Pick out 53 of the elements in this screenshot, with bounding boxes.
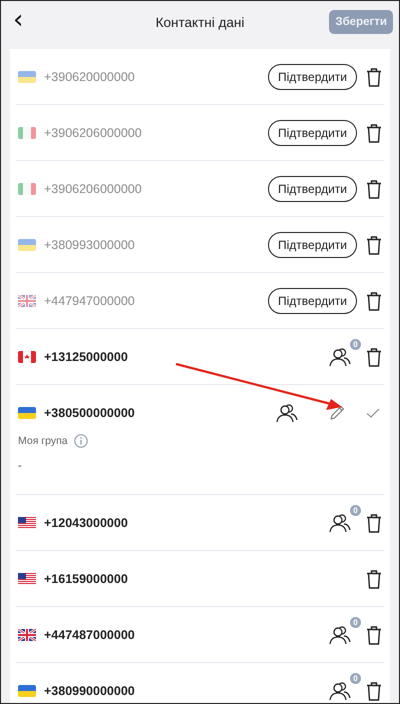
phone-number: +12043000000 — [44, 516, 128, 530]
info-icon[interactable] — [74, 434, 88, 448]
confirm-button[interactable]: Підтвердити — [268, 120, 357, 146]
flag-icon — [18, 350, 36, 362]
flag-icon — [18, 182, 36, 194]
people-icon[interactable] — [328, 346, 352, 368]
confirm-button[interactable]: Підтвердити — [268, 64, 357, 90]
trash-icon[interactable] — [366, 680, 382, 700]
trash-icon[interactable] — [366, 234, 382, 254]
flag-icon — [18, 238, 36, 250]
people-icon[interactable] — [328, 624, 352, 646]
confirm-button[interactable]: Підтвердити — [268, 232, 357, 258]
group-label: Моя група — [18, 435, 68, 447]
group-value: - — [18, 459, 23, 474]
flag-icon — [18, 572, 36, 584]
phone-number: +13125000000 — [44, 350, 128, 364]
trash-icon[interactable] — [366, 568, 382, 588]
flag-icon — [18, 126, 36, 138]
trash-icon[interactable] — [366, 66, 382, 86]
trash-icon[interactable] — [366, 122, 382, 142]
trash-icon[interactable] — [366, 624, 382, 644]
count-badge: 0 — [350, 504, 361, 516]
trash-icon[interactable] — [366, 512, 382, 532]
check-icon[interactable] — [366, 408, 380, 418]
phone-number: +16159000000 — [44, 572, 128, 586]
confirm-button[interactable]: Підтвердити — [268, 288, 357, 314]
phone-number: +3906206000000 — [44, 182, 142, 196]
flag-icon — [18, 294, 36, 306]
people-icon[interactable] — [328, 680, 352, 702]
phone-number: +390620000000 — [44, 70, 135, 84]
count-badge: 0 — [350, 672, 361, 684]
pencil-icon[interactable] — [329, 404, 345, 420]
back-button[interactable]: ‹ — [1, 7, 24, 37]
trash-icon[interactable] — [366, 346, 382, 366]
people-icon[interactable] — [275, 402, 299, 424]
trash-icon[interactable] — [366, 290, 382, 310]
flag-icon — [18, 684, 36, 696]
phone-number: +380990000000 — [44, 684, 135, 698]
trash-icon[interactable] — [366, 178, 382, 198]
flag-icon — [18, 516, 36, 528]
people-icon[interactable] — [328, 512, 352, 534]
flag-icon — [18, 70, 36, 82]
phone-number: +3906206000000 — [44, 126, 142, 140]
flag-icon — [18, 406, 36, 418]
phone-number: +380500000000 — [44, 406, 135, 420]
count-badge: 0 — [350, 338, 361, 350]
page-title: Контактні дані — [156, 14, 244, 30]
count-badge: 0 — [350, 616, 361, 628]
flag-icon — [18, 628, 36, 640]
phone-number: +447487000000 — [44, 628, 135, 642]
phone-number: +380993000000 — [44, 238, 135, 252]
phone-number: +447947000000 — [44, 294, 135, 308]
confirm-button[interactable]: Підтвердити — [268, 176, 357, 202]
